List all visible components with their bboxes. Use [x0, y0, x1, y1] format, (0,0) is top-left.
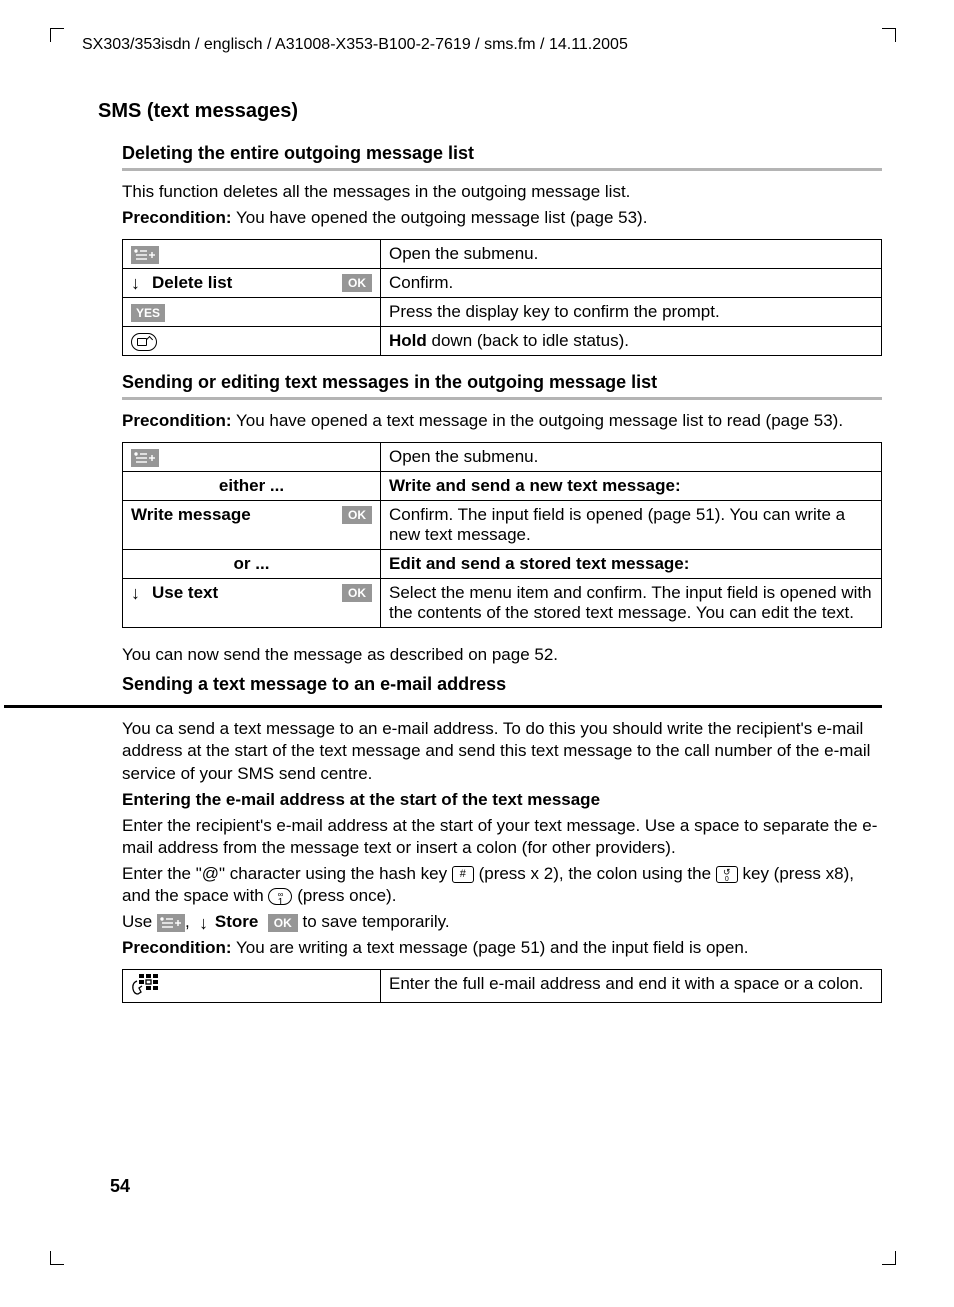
step-description: Hold down (back to idle status).	[381, 327, 882, 356]
paragraph: Enter the "@" character using the hash k…	[122, 863, 882, 907]
step-heading: Edit and send a stored text message:	[389, 554, 689, 573]
step-description: Press the display key to confirm the pro…	[381, 298, 882, 327]
menu-item-label: Delete list	[152, 273, 232, 293]
paragraph: Enter the recipient's e-mail address at …	[122, 815, 882, 859]
subsection-title: Sending a text message to an e-mail addr…	[122, 674, 882, 695]
down-arrow-icon: ↓	[131, 584, 140, 602]
table-row: Open the submenu.	[123, 240, 882, 269]
step-description: Enter the full e-mail address and end it…	[381, 970, 882, 1003]
store-label: Store	[215, 912, 258, 931]
crop-mark	[50, 28, 64, 42]
page-number: 54	[110, 1176, 130, 1197]
hash-key-icon	[452, 866, 474, 883]
down-arrow-icon: ↓	[199, 914, 208, 932]
ok-icon: OK	[342, 506, 372, 524]
step-heading: Write and send a new text message:	[389, 476, 681, 495]
paragraph-heading: Entering the e-mail address at the start…	[122, 789, 882, 811]
divider	[122, 397, 882, 400]
steps-table: Open the submenu. ↓ Delete list OK Confi…	[122, 239, 882, 356]
yes-icon: YES	[131, 304, 165, 322]
precondition: Precondition: You have opened a text mes…	[122, 410, 882, 432]
table-row: Enter the full e-mail address and end it…	[123, 970, 882, 1003]
step-description: Confirm. The input field is opened (page…	[381, 501, 882, 550]
step-text: down (back to idle status).	[427, 331, 629, 350]
paragraph: You can now send the message as describe…	[122, 644, 882, 666]
end-call-icon	[131, 333, 157, 351]
menu-item-label: Write message	[131, 505, 251, 525]
zero-key-icon: ↺0	[716, 866, 738, 883]
precondition: Precondition: You are writing a text mes…	[122, 937, 882, 959]
table-row: ↓ Use text OK Select the menu item and c…	[123, 579, 882, 628]
text-fragment: (press x 2), the colon using the	[479, 864, 716, 883]
paragraph: This function deletes all the messages i…	[122, 181, 882, 203]
text-fragment: (press once).	[297, 886, 396, 905]
table-row: either ... Write and send a new text mes…	[123, 472, 882, 501]
paragraph: You ca send a text message to an e-mail …	[122, 718, 882, 784]
text-fragment: Use	[122, 912, 157, 931]
step-description: Confirm.	[381, 269, 882, 298]
menu-icon	[131, 246, 159, 264]
section-title: SMS (text messages)	[98, 100, 882, 123]
step-description: Edit and send a stored text message:	[381, 550, 882, 579]
table-row: Write message OK Confirm. The input fiel…	[123, 501, 882, 550]
menu-icon	[157, 914, 185, 932]
crop-mark	[882, 1251, 896, 1265]
down-arrow-icon: ↓	[131, 274, 140, 292]
crop-mark	[50, 1251, 64, 1265]
doc-header: SX303/353isdn / englisch / A31008-X353-B…	[82, 36, 882, 54]
precondition-text: You have opened a text message in the ou…	[232, 411, 843, 430]
paragraph: Use , ↓ Store OK to save temporarily.	[122, 911, 882, 933]
menu-icon	[131, 449, 159, 467]
crop-mark	[882, 28, 896, 42]
subsection-title: Deleting the entire outgoing message lis…	[122, 143, 882, 164]
subsection-title: Sending or editing text messages in the …	[122, 372, 882, 393]
hold-label: Hold	[389, 331, 427, 350]
divider-bold	[4, 705, 882, 708]
steps-table: Open the submenu. either ... Write and s…	[122, 442, 882, 628]
table-row: Hold down (back to idle status).	[123, 327, 882, 356]
menu-item-label: Use text	[152, 583, 218, 603]
precondition-text: You are writing a text message (page 51)…	[232, 938, 749, 957]
steps-table: Enter the full e-mail address and end it…	[122, 969, 882, 1003]
ok-icon: OK	[342, 584, 372, 602]
precondition-label: Precondition:	[122, 938, 232, 957]
precondition-label: Precondition:	[122, 411, 232, 430]
table-row: YES Press the display key to confirm the…	[123, 298, 882, 327]
precondition-label: Precondition:	[122, 208, 232, 227]
or-label: or ...	[234, 554, 270, 573]
divider	[122, 168, 882, 171]
precondition: Precondition: You have opened the outgoi…	[122, 207, 882, 229]
text-fragment: Enter the "@" character using the hash k…	[122, 864, 452, 883]
table-row: or ... Edit and send a stored text messa…	[123, 550, 882, 579]
ok-icon: OK	[342, 274, 372, 292]
text-fragment: to save temporarily.	[303, 912, 450, 931]
either-label: either ...	[219, 476, 284, 495]
step-description: Select the menu item and confirm. The in…	[381, 579, 882, 628]
table-row: ↓ Delete list OK Confirm.	[123, 269, 882, 298]
keypad-icon	[131, 974, 159, 998]
step-description: Write and send a new text message:	[381, 472, 882, 501]
table-row: Open the submenu.	[123, 443, 882, 472]
one-key-icon: ∞1	[268, 888, 292, 905]
ok-icon: OK	[268, 914, 298, 932]
step-description: Open the submenu.	[381, 240, 882, 269]
precondition-text: You have opened the outgoing message lis…	[232, 208, 648, 227]
step-description: Open the submenu.	[381, 443, 882, 472]
